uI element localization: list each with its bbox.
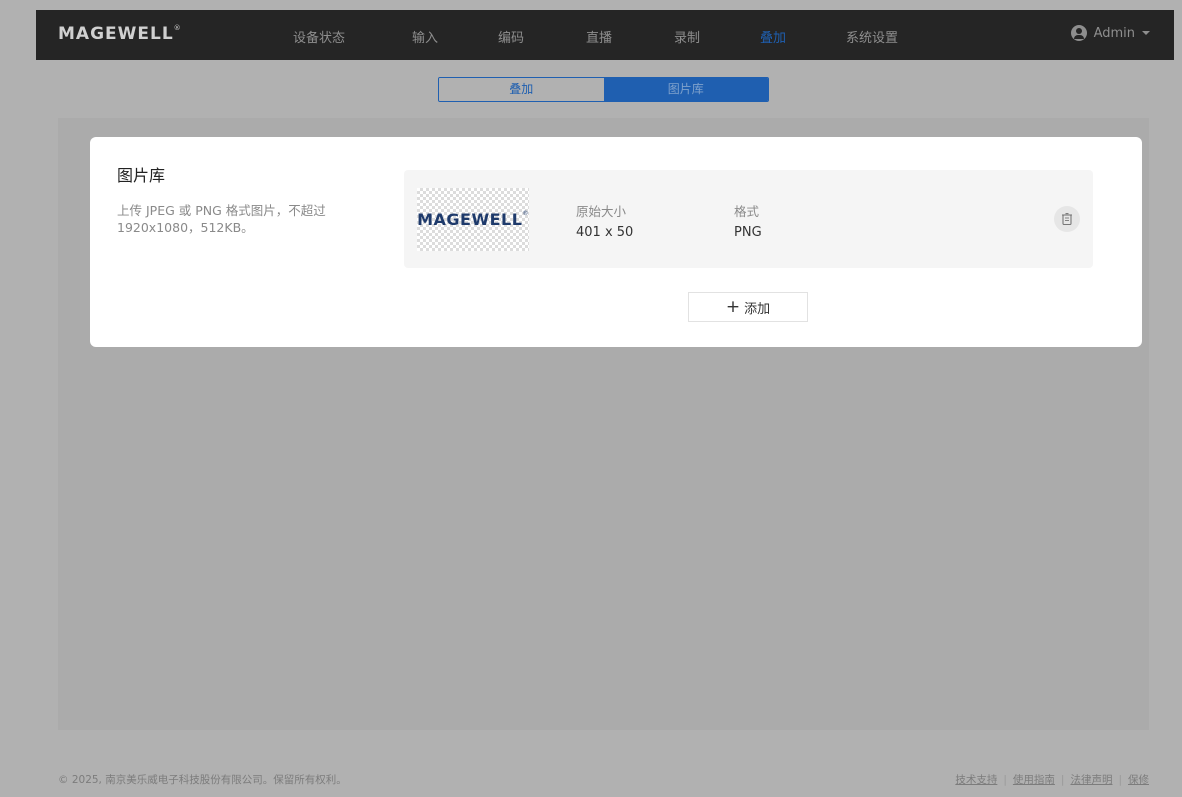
format-label: 格式 xyxy=(734,204,760,219)
nav-item-streaming[interactable]: 直播 xyxy=(586,27,612,46)
brand-logo: MAGEWELL® xyxy=(58,24,182,44)
add-image-button[interactable]: + 添加 xyxy=(688,292,808,322)
brand-logo-text: MAGEWELL xyxy=(58,24,174,44)
user-name: Admin xyxy=(1093,25,1135,41)
footer-links: 技术支持 | 使用指南 | 法律声明 | 保修 xyxy=(955,772,1149,787)
image-thumbnail[interactable]: MAGEWELL® xyxy=(417,188,529,251)
tab-bar: 叠加 图片库 xyxy=(438,77,769,102)
plus-icon: + xyxy=(725,296,741,317)
footer-link-legal[interactable]: 法律声明 xyxy=(1070,772,1112,787)
user-icon xyxy=(1070,25,1087,41)
nav-item-device-status[interactable]: 设备状态 xyxy=(293,27,345,46)
section-description: 上传 JPEG 或 PNG 格式图片，不超过1920x1080，512KB。 xyxy=(117,203,326,235)
add-image-label: 添加 xyxy=(744,301,771,317)
nav-item-overlay[interactable]: 叠加 xyxy=(760,27,786,46)
section-title: 图片库 xyxy=(117,166,166,185)
nav-item-input[interactable]: 输入 xyxy=(412,27,438,46)
footer-link-user-guide[interactable]: 使用指南 xyxy=(1013,772,1055,787)
tab-image-library[interactable]: 图片库 xyxy=(603,78,768,101)
original-size-label: 原始大小 xyxy=(576,204,627,219)
navbar: MAGEWELL® 设备状态 输入 编码 直播 录制 叠加 系统设置 Admin xyxy=(36,10,1174,60)
tab-overlay[interactable]: 叠加 xyxy=(439,78,604,101)
footer-separator: | xyxy=(1118,773,1122,786)
chevron-down-icon xyxy=(1142,31,1150,35)
footer-separator: | xyxy=(1060,773,1065,786)
footer-separator: | xyxy=(1003,773,1007,786)
thumbnail-logo-text: MAGEWELL xyxy=(417,210,523,229)
footer-link-tech-support[interactable]: 技术支持 xyxy=(955,772,997,787)
trash-icon xyxy=(1062,213,1072,225)
footer-link-warranty[interactable]: 保修 xyxy=(1128,772,1149,787)
image-list-item: MAGEWELL® 原始大小 401 x 50 格式 PNG xyxy=(404,170,1093,268)
nav-item-encoding[interactable]: 编码 xyxy=(498,27,524,46)
format-value: PNG xyxy=(734,225,762,240)
nav-item-system-settings[interactable]: 系统设置 xyxy=(846,27,898,46)
footer: © 2025, 南京美乐威电子科技股份有限公司。保留所有权利。 技术支持 | 使… xyxy=(58,770,1149,788)
thumbnail-logo: MAGEWELL® xyxy=(417,210,529,229)
nav-item-recording[interactable]: 录制 xyxy=(674,27,700,46)
image-library-card: 图片库 上传 JPEG 或 PNG 格式图片，不超过1920x1080，512K… xyxy=(90,137,1142,347)
delete-image-button[interactable] xyxy=(1054,206,1080,232)
user-menu[interactable]: Admin xyxy=(1070,25,1150,41)
original-size-value: 401 x 50 xyxy=(576,225,634,240)
copyright-text: © 2025, 南京美乐威电子科技股份有限公司。保留所有权利。 xyxy=(58,774,347,786)
